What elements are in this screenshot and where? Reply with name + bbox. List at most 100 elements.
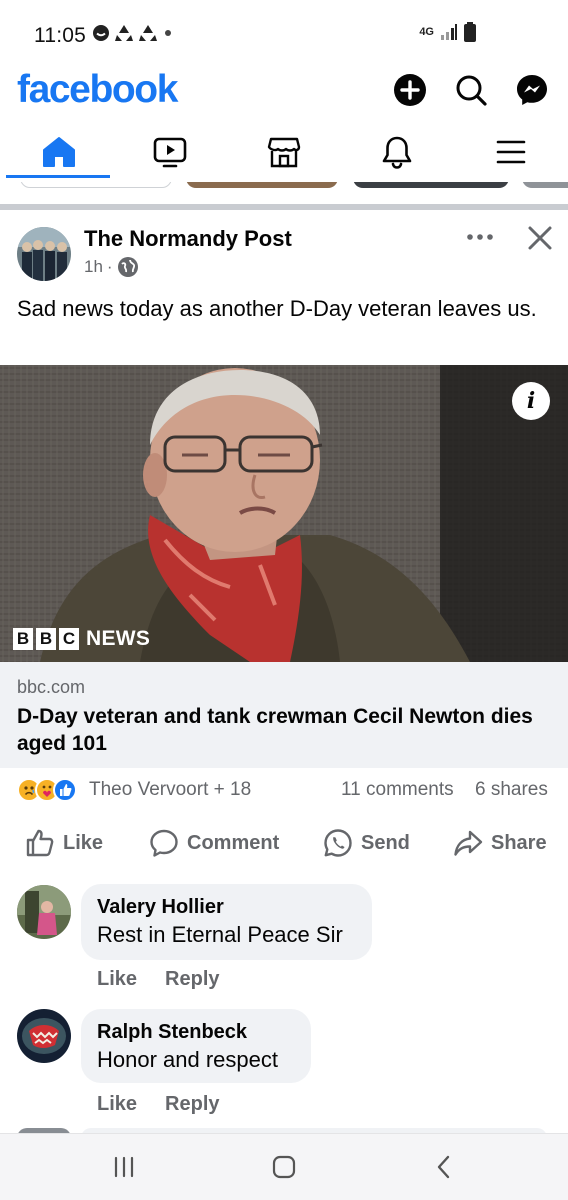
story-card[interactable] xyxy=(353,182,509,188)
comment-reply-button[interactable]: Reply xyxy=(165,1093,219,1116)
post-author-name[interactable]: The Normandy Post xyxy=(84,226,292,252)
page-avatar[interactable] xyxy=(17,227,71,281)
post-text: Sad news today as another D-Day veteran … xyxy=(17,296,537,321)
notification-dot-icon xyxy=(93,25,109,41)
post-meta: 1h · xyxy=(84,256,139,278)
hide-post-button[interactable] xyxy=(524,222,556,254)
feed-separator xyxy=(0,204,568,210)
recycle-icon-2 xyxy=(139,25,157,41)
network-type-label: 4G xyxy=(419,26,434,38)
bbc-news-logo: B B C NEWS xyxy=(13,627,150,651)
comment-like-button[interactable]: Like xyxy=(97,968,137,991)
tab-home[interactable] xyxy=(2,126,115,178)
recycle-icon xyxy=(115,25,133,41)
video-icon xyxy=(153,137,186,168)
comment-bubble[interactable]: Ralph Stenbeck Honor and respect xyxy=(81,1009,311,1083)
comment-actions: Like Reply xyxy=(97,968,220,991)
bbc-logo-letter: B xyxy=(13,628,33,650)
more-notifications-dot-icon xyxy=(165,30,171,36)
post-options-button[interactable] xyxy=(462,222,498,252)
back-chevron-icon xyxy=(437,1155,450,1179)
hamburger-menu-icon xyxy=(496,140,525,164)
comment-reply-button[interactable]: Reply xyxy=(165,968,219,991)
veteran-portrait-image xyxy=(0,365,568,662)
tab-menu[interactable] xyxy=(454,126,567,178)
recent-apps-button[interactable] xyxy=(104,1152,144,1182)
share-button[interactable]: Share xyxy=(453,826,547,860)
more-horizontal-icon xyxy=(467,234,493,240)
bbc-logo-letter: C xyxy=(59,628,79,650)
reactions-names[interactable]: Theo Vervoort + 18 xyxy=(89,779,251,801)
comment-actions: Like Reply xyxy=(97,1093,220,1116)
like-label: Like xyxy=(63,831,104,854)
thumbs-up-icon xyxy=(26,829,54,857)
share-arrow-icon xyxy=(454,830,483,856)
messenger-icon xyxy=(517,75,547,105)
marketplace-icon xyxy=(267,137,300,168)
link-title[interactable]: D-Day veteran and tank crewman Cecil New… xyxy=(17,703,547,757)
comment-bubble[interactable]: Valery Hollier Rest in Eternal Peace Sir xyxy=(81,884,372,960)
story-card[interactable] xyxy=(186,182,338,188)
globe-icon xyxy=(117,257,138,277)
commenter-photo xyxy=(17,885,71,939)
comment-label: Comment xyxy=(187,831,280,854)
tab-video[interactable] xyxy=(113,126,226,178)
shares-count[interactable]: 6 shares xyxy=(475,779,548,801)
create-button[interactable] xyxy=(392,72,428,108)
bell-icon xyxy=(382,136,411,169)
active-tab-indicator xyxy=(6,175,110,178)
send-label: Send xyxy=(361,831,410,854)
story-card[interactable] xyxy=(20,182,172,188)
reaction-icons xyxy=(17,778,77,802)
comment-button[interactable]: Comment xyxy=(149,826,279,860)
bbc-news-word: NEWS xyxy=(86,627,151,650)
search-button[interactable] xyxy=(453,72,489,108)
commenter-avatar[interactable] xyxy=(17,885,71,939)
app-header: facebook xyxy=(0,66,568,118)
meta-separator: · xyxy=(106,257,113,276)
notification-icons xyxy=(92,24,174,42)
facebook-logo[interactable]: facebook xyxy=(17,68,178,112)
ad-info-button[interactable]: i xyxy=(512,382,550,420)
tab-marketplace[interactable] xyxy=(227,126,340,178)
reactions-summary[interactable]: Theo Vervoort + 18 11 comments 6 shares xyxy=(0,776,568,804)
story-card[interactable] xyxy=(522,182,568,188)
back-button[interactable] xyxy=(424,1152,464,1182)
bbc-logo-letter: B xyxy=(36,628,56,650)
comment-text: Rest in Eternal Peace Sir xyxy=(97,922,343,947)
status-bar: 11:05 4G xyxy=(0,0,568,66)
comment-like-button[interactable]: Like xyxy=(97,1093,137,1116)
commenter-avatar[interactable] xyxy=(17,1009,71,1063)
system-status-icons: 4G xyxy=(419,22,476,42)
comments-count[interactable]: 11 comments xyxy=(341,779,454,801)
link-preview-image[interactable] xyxy=(0,365,568,662)
home-system-button[interactable] xyxy=(264,1152,304,1182)
home-icon xyxy=(42,137,75,167)
commenter-name[interactable]: Valery Hollier xyxy=(97,894,356,920)
commenter-photo xyxy=(17,1009,71,1063)
info-icon: i xyxy=(526,388,536,414)
messenger-button[interactable] xyxy=(514,72,550,108)
post-time[interactable]: 1h xyxy=(84,257,103,277)
commenter-name[interactable]: Ralph Stenbeck xyxy=(97,1019,295,1045)
send-button[interactable]: Send xyxy=(323,826,410,860)
main-nav-tabs xyxy=(0,126,568,182)
comment-text: Honor and respect xyxy=(97,1047,278,1072)
signal-icon xyxy=(441,24,457,40)
share-label: Share xyxy=(491,831,547,854)
status-time: 11:05 xyxy=(34,24,86,47)
recent-apps-icon xyxy=(114,1156,134,1178)
plus-icon xyxy=(394,74,426,106)
close-icon xyxy=(528,226,552,250)
system-navigation-bar xyxy=(0,1133,568,1200)
whatsapp-icon xyxy=(324,829,352,857)
link-domain: bbc.com xyxy=(17,677,86,697)
like-button[interactable]: Like xyxy=(25,826,103,860)
stories-strip[interactable] xyxy=(0,182,568,204)
group-photo-avatar xyxy=(17,227,71,281)
home-square-icon xyxy=(272,1155,296,1179)
battery-icon xyxy=(464,22,476,42)
comment-bubble-icon xyxy=(150,829,178,857)
like-reaction-icon xyxy=(53,778,77,802)
tab-notifications[interactable] xyxy=(340,126,453,178)
